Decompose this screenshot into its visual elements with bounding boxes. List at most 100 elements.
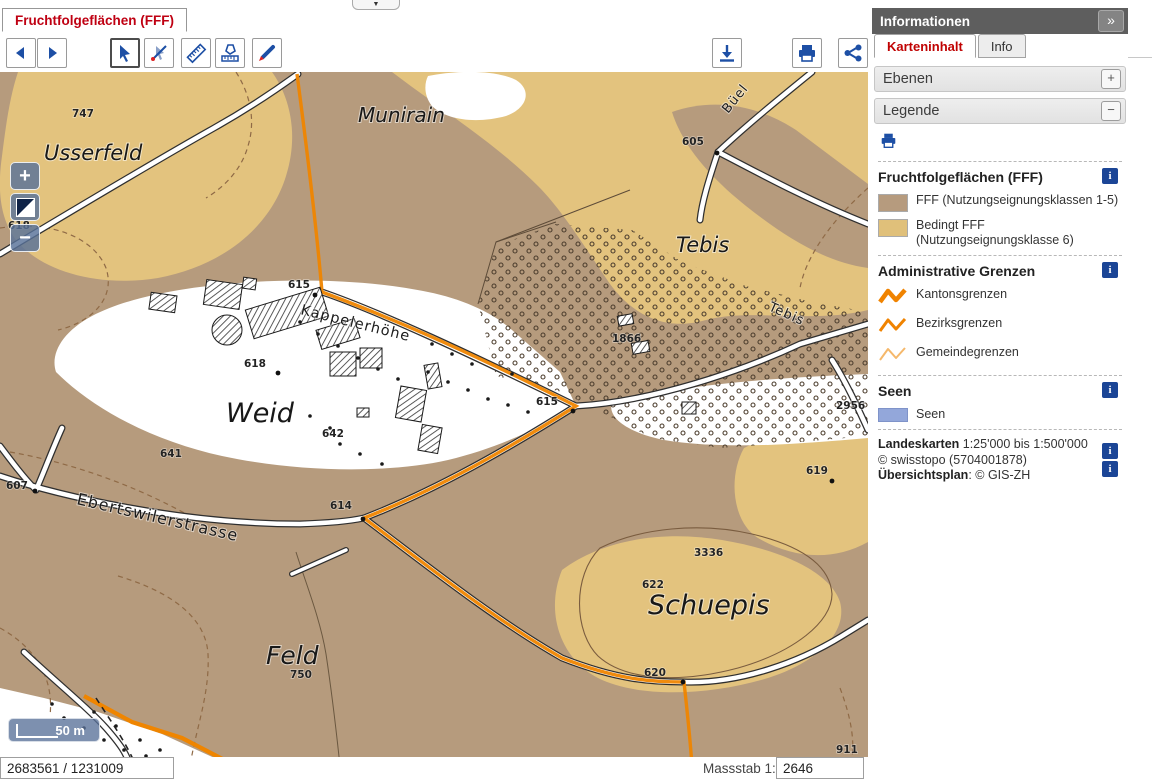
- map-toolbar: [0, 34, 870, 72]
- info-icon[interactable]: i: [1102, 262, 1118, 278]
- share-icon: [843, 43, 863, 63]
- legend-section-seen-title: Seen i: [878, 383, 1122, 399]
- accordion-ebenen[interactable]: Ebenen +: [874, 66, 1126, 92]
- map-label: 2956: [836, 400, 865, 412]
- map-label: 1866: [612, 333, 641, 345]
- map-label: 618: [244, 358, 266, 370]
- download-icon: [717, 43, 737, 63]
- separator: [878, 375, 1122, 376]
- elevation-point: [681, 680, 686, 685]
- accordion-legende[interactable]: Legende −: [874, 98, 1126, 124]
- gemeindegrenze-zigzag-icon: [878, 345, 908, 368]
- map-label: 615: [536, 396, 558, 408]
- map-label: 747: [72, 108, 94, 120]
- info-panel-title: Informationen: [880, 14, 1098, 29]
- print-button[interactable]: [792, 38, 822, 68]
- select-pointer-icon: [115, 43, 135, 63]
- plus-icon: +: [19, 165, 31, 188]
- elevation-point: [313, 293, 318, 298]
- expand-plus-icon[interactable]: +: [1101, 69, 1121, 89]
- elevation-point: [715, 151, 720, 156]
- prev-arrow-icon: [13, 45, 29, 61]
- zoom-extent-icon: [16, 198, 35, 217]
- legend-body: Fruchtfolgeflächen (FFF) i FFF (Nutzungs…: [874, 128, 1126, 486]
- info-icon[interactable]: i: [1102, 461, 1118, 477]
- map-label: Tebis: [676, 233, 729, 257]
- map-label: 605: [682, 136, 704, 148]
- bezirksgrenze-zigzag-icon: [878, 316, 908, 339]
- separator: [878, 429, 1122, 430]
- map-label: 642: [322, 428, 344, 440]
- info-panel: Informationen » Karteninhalt Info Ebenen…: [872, 0, 1128, 780]
- caret-down-icon: ▼: [373, 1, 380, 8]
- info-icon[interactable]: i: [1102, 382, 1118, 398]
- legend-print-icon[interactable]: [880, 136, 897, 153]
- map-label: 619: [806, 465, 828, 477]
- measure-ruler-icon: [185, 42, 207, 64]
- map-label: 620: [644, 667, 666, 679]
- zoom-control: + −: [10, 162, 40, 255]
- panel-collapse-button[interactable]: »: [1098, 10, 1124, 32]
- map-label: 911: [836, 744, 858, 756]
- map-canvas[interactable]: 747UsserfeldMunirain605Büel618TebisTebis…: [0, 72, 868, 757]
- info-icon[interactable]: i: [1102, 168, 1118, 184]
- profile-tool-icon: [219, 42, 241, 64]
- top-panel-toggle[interactable]: ▼: [352, 0, 400, 10]
- separator: [878, 161, 1122, 162]
- separator: [878, 255, 1122, 256]
- map-label: 3336: [694, 547, 723, 559]
- legend-swatch-bedingt-fff: [878, 219, 908, 237]
- legend-item: Seen: [878, 407, 1122, 422]
- elevation-point: [830, 479, 835, 484]
- info-icon[interactable]: i: [1102, 443, 1118, 459]
- legend-item: FFF (Nutzungseignungsklassen 1-5): [878, 193, 1122, 212]
- zoom-extent-button[interactable]: [10, 193, 40, 221]
- legend-item: Bedingt FFF (Nutzungseignungsklasse 6): [878, 218, 1122, 248]
- statusbar: Massstab 1:: [0, 757, 870, 780]
- draw-tool-button[interactable]: [252, 38, 282, 68]
- elevation-point: [361, 517, 366, 522]
- map-label: 607: [6, 480, 28, 492]
- legend-item: Kantonsgrenzen: [878, 287, 1122, 310]
- deselect-tool-button[interactable]: [144, 38, 174, 68]
- map-attribution: i i Landeskarten 1:25'000 bis 1:500'000 …: [878, 437, 1122, 484]
- deselect-pointer-icon: [149, 43, 169, 63]
- coordinate-readout[interactable]: [0, 757, 174, 779]
- map-label: Munirain: [358, 103, 445, 127]
- map-label: Schuepis: [648, 590, 770, 621]
- scalebar-label: 50 m: [55, 723, 85, 738]
- elevation-point: [571, 409, 576, 414]
- map-document-tab-label: Fruchtfolgeflächen (FFF): [15, 13, 174, 28]
- next-view-button[interactable]: [37, 38, 67, 68]
- legend-swatch-seen: [878, 408, 908, 422]
- download-button[interactable]: [712, 38, 742, 68]
- map-document-tab[interactable]: Fruchtfolgeflächen (FFF): [2, 8, 187, 32]
- map-label: 750: [290, 669, 312, 681]
- profile-tool-button[interactable]: [215, 38, 245, 68]
- share-button[interactable]: [838, 38, 868, 68]
- scale-input[interactable]: [776, 757, 864, 779]
- legend-item: Gemeindegrenzen: [878, 345, 1122, 368]
- collapse-minus-icon[interactable]: −: [1101, 101, 1121, 121]
- panel-tabs: Karteninhalt Info: [874, 34, 1028, 58]
- elevation-point: [33, 489, 38, 494]
- draw-pencil-icon: [256, 42, 278, 64]
- next-arrow-icon: [44, 45, 60, 61]
- legend-section-grenzen-title: Administrative Grenzen i: [878, 263, 1122, 279]
- scale-label: Massstab 1:: [703, 761, 776, 776]
- map-label: 614: [330, 500, 352, 512]
- print-icon: [797, 43, 817, 63]
- map-label: Usserfeld: [44, 141, 143, 165]
- scalebar: 50 m: [8, 718, 100, 742]
- kantonsgrenze-zigzag-icon: [878, 287, 908, 310]
- legend-item: Bezirksgrenzen: [878, 316, 1122, 339]
- zoom-out-button[interactable]: −: [10, 224, 40, 252]
- tab-karteninhalt[interactable]: Karteninhalt: [874, 34, 976, 58]
- measure-tool-button[interactable]: [181, 38, 211, 68]
- tab-info[interactable]: Info: [978, 34, 1026, 58]
- select-tool-button[interactable]: [110, 38, 140, 68]
- minus-icon: −: [19, 227, 31, 250]
- legend-section-fff-title: Fruchtfolgeflächen (FFF) i: [878, 169, 1122, 185]
- zoom-in-button[interactable]: +: [10, 162, 40, 190]
- prev-view-button[interactable]: [6, 38, 36, 68]
